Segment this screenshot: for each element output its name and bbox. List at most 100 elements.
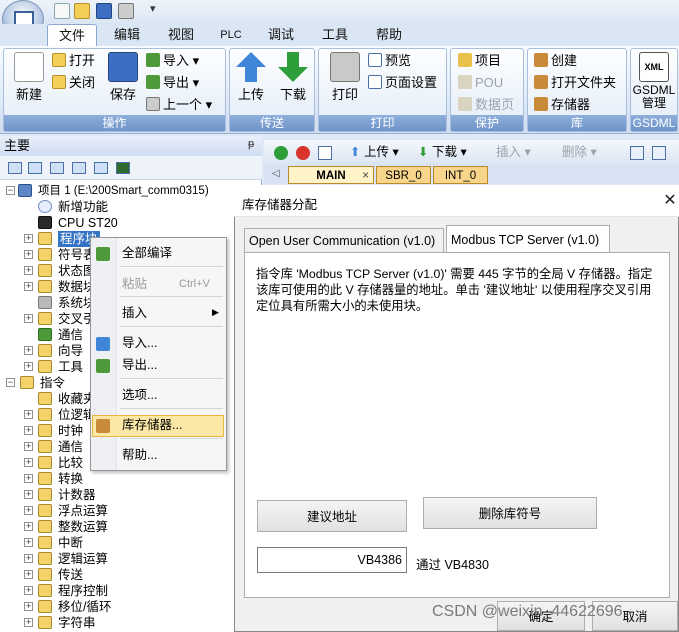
view-icon[interactable] (50, 162, 64, 174)
new-button[interactable]: 新建 (10, 52, 48, 103)
menu-item-insert[interactable]: 插入 (122, 303, 147, 323)
open-button[interactable]: 打开 (52, 51, 95, 71)
menu-item-help[interactable]: 帮助... (122, 445, 157, 465)
expand-icon[interactable]: + (24, 554, 33, 563)
protect-project-button[interactable]: 项目 (458, 51, 501, 71)
editor-delete-button[interactable]: 删除 ▾ (562, 143, 597, 161)
expand-icon[interactable]: + (24, 602, 33, 611)
close-icon[interactable]: ✕ (660, 190, 679, 210)
tree-item-convert[interactable]: 转换 (58, 471, 83, 487)
view-icon[interactable] (28, 162, 42, 174)
editor-download-button[interactable]: ⬇ 下载 ▾ (418, 143, 467, 161)
menu-item-import[interactable]: 导入... (122, 333, 157, 353)
save-icon[interactable] (96, 3, 112, 19)
tab-help[interactable]: 帮助 (366, 24, 412, 46)
tree-item-project[interactable]: 项目 1 (E:\200Smart_comm0315) (38, 183, 209, 199)
pin-icon[interactable]: ᵽ (248, 138, 254, 150)
expand-icon[interactable]: + (24, 458, 33, 467)
expand-icon[interactable]: + (24, 538, 33, 547)
preview-button[interactable]: 预览 (368, 51, 411, 71)
export-button[interactable]: 导出 ▾ (146, 73, 199, 93)
tab-file[interactable]: 文件 (47, 24, 97, 46)
expand-icon[interactable]: + (24, 266, 33, 275)
previous-button[interactable]: 上一个 ▾ (146, 95, 212, 115)
collapse-icon[interactable]: − (6, 186, 15, 195)
menu-item-compile-all[interactable]: 全部编译 (122, 243, 172, 263)
editor-insert-button[interactable]: 插入 ▾ (496, 143, 531, 161)
library-memory-button[interactable]: 存储器 (534, 95, 590, 115)
view-icon[interactable] (8, 162, 22, 174)
tree-item-interrupt[interactable]: 中断 (58, 535, 83, 551)
scroll-left-icon[interactable]: ◁ (272, 168, 280, 179)
tree-item-shift-rotate[interactable]: 移位/循环 (58, 599, 111, 615)
tree-item-wizard[interactable]: 向导 (58, 343, 83, 359)
monitor-icon[interactable] (116, 162, 130, 174)
suggest-address-button[interactable]: 建议地址 (257, 500, 407, 532)
expand-icon[interactable]: + (24, 618, 33, 627)
upload-button[interactable]: 上传 (233, 52, 269, 103)
expand-icon[interactable]: + (24, 346, 33, 355)
run-icon[interactable] (274, 146, 288, 160)
import-button[interactable]: 导入 ▾ (146, 51, 199, 71)
tab-open-user-communication[interactable]: Open User Communication (v1.0) (244, 228, 444, 252)
network-icon[interactable] (652, 146, 666, 160)
start-address-field[interactable]: VB4386 (257, 547, 407, 573)
tree-item-integer-math[interactable]: 整数运算 (58, 519, 108, 535)
library-create-button[interactable]: 创建 (534, 51, 577, 71)
tree-item-clock[interactable]: 时钟 (58, 423, 83, 439)
expand-icon[interactable]: + (24, 522, 33, 531)
tree-item-instructions[interactable]: 指令 (40, 375, 65, 391)
stop-icon[interactable] (296, 146, 310, 160)
gsdml-manage-button[interactable]: XML GSDML 管理 (632, 52, 676, 110)
view-icon[interactable] (72, 162, 86, 174)
expand-icon[interactable]: + (24, 426, 33, 435)
menu-item-export[interactable]: 导出... (122, 355, 157, 375)
tree-item-communication[interactable]: 通信 (58, 327, 83, 343)
expand-icon[interactable]: + (24, 234, 33, 243)
expand-icon[interactable]: + (24, 586, 33, 595)
tree-item-instr-communication[interactable]: 通信 (58, 439, 83, 455)
protect-data-page-button[interactable]: 数据页 (458, 95, 514, 115)
close-button[interactable]: 关闭 (52, 73, 95, 93)
expand-icon[interactable]: + (24, 314, 33, 323)
delete-library-symbols-button[interactable]: 删除库符号 (423, 497, 597, 529)
expand-icon[interactable]: + (24, 362, 33, 371)
library-open-folder-button[interactable]: 打开文件夹 (534, 73, 616, 93)
tree-item-cpu[interactable]: CPU ST20 (58, 215, 118, 231)
download-button[interactable]: 下载 (275, 52, 311, 103)
print-icon[interactable] (118, 3, 134, 19)
new-file-icon[interactable] (54, 3, 70, 19)
expand-icon[interactable]: + (24, 282, 33, 291)
expand-icon[interactable]: + (24, 410, 33, 419)
view-icon[interactable] (94, 162, 108, 174)
open-folder-icon[interactable] (74, 3, 90, 19)
editor-upload-button[interactable]: ⬆ 上传 ▾ (350, 143, 399, 161)
menu-item-options[interactable]: 选项... (122, 385, 157, 405)
tree-item-counter[interactable]: 计数器 (58, 487, 96, 503)
tab-sbr0[interactable]: SBR_0 (376, 166, 431, 184)
menu-item-library-memory[interactable]: 库存储器... (122, 415, 182, 435)
menu-item-paste[interactable]: 粘贴 (122, 274, 147, 294)
tree-item-tools[interactable]: 工具 (58, 359, 83, 375)
protect-pou-button[interactable]: POU (458, 73, 503, 93)
close-tab-icon[interactable]: × (362, 167, 369, 185)
tree-item-program-control[interactable]: 程序控制 (58, 583, 108, 599)
expand-icon[interactable]: + (24, 570, 33, 579)
collapse-icon[interactable]: − (6, 378, 15, 387)
tab-debug[interactable]: 调试 (258, 24, 304, 46)
expand-icon[interactable]: + (24, 506, 33, 515)
save-button[interactable]: 保存 (106, 52, 140, 103)
network-icon[interactable] (630, 146, 644, 160)
expand-icon[interactable]: + (24, 442, 33, 451)
tab-plc[interactable]: PLC (213, 24, 249, 46)
tab-modbus-tcp-server[interactable]: Modbus TCP Server (v1.0) (446, 225, 610, 253)
expand-icon[interactable]: + (24, 474, 33, 483)
tree-item-logic-ops[interactable]: 逻辑运算 (58, 551, 108, 567)
tree-item-move[interactable]: 传送 (58, 567, 83, 583)
tab-tools[interactable]: 工具 (312, 24, 358, 46)
compile-icon[interactable] (318, 146, 332, 160)
tab-edit[interactable]: 编辑 (104, 24, 150, 46)
page-setup-button[interactable]: 页面设置 (368, 73, 437, 93)
tree-item-new-features[interactable]: 新增功能 (58, 199, 108, 215)
tree-item-string[interactable]: 字符串 (58, 615, 96, 631)
